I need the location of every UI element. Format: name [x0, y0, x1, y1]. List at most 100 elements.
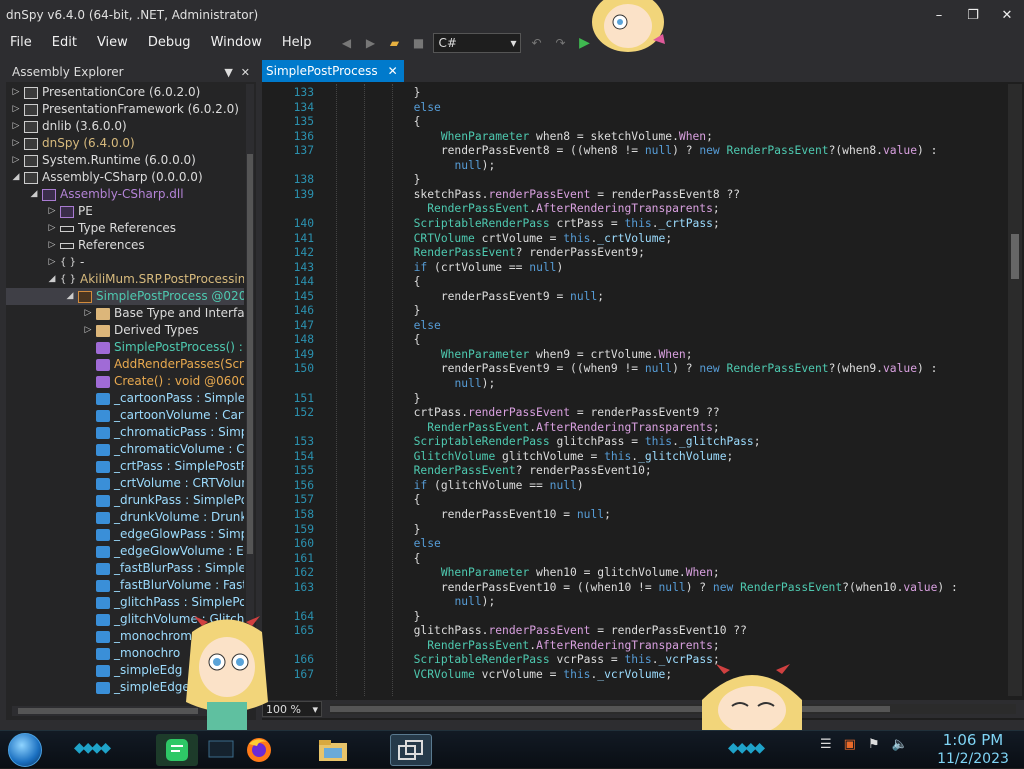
expand-toggle-icon[interactable]: ▷: [46, 203, 58, 220]
file-explorer-icon[interactable]: [312, 734, 354, 766]
task-view-icon[interactable]: [390, 734, 432, 766]
line-number: 141: [293, 231, 314, 245]
tree-node[interactable]: _drunkPass : SimplePo: [6, 492, 244, 509]
tree-node[interactable]: _chromaticPass : Simp: [6, 424, 244, 441]
usb-icon[interactable]: ▣: [844, 737, 856, 752]
tree-node[interactable]: _cartoonVolume : Cart: [6, 407, 244, 424]
line-number: 149: [293, 347, 314, 361]
clock[interactable]: 1:06 PM 11/2/2023: [930, 731, 1016, 769]
scrollbar-thumb[interactable]: [18, 708, 198, 714]
asm-icon: [24, 171, 38, 184]
language-select[interactable]: C# ▾: [433, 33, 522, 53]
network-icon[interactable]: ☰: [820, 737, 832, 752]
back-icon[interactable]: ◀: [337, 34, 355, 52]
line-number: 143: [293, 260, 314, 274]
desktop-icon[interactable]: [200, 734, 242, 766]
expand-toggle-icon[interactable]: ◢: [10, 169, 22, 186]
tree-node[interactable]: ◢ Assembly-CSharp (0.0.0.0): [6, 169, 244, 186]
menu-file[interactable]: File: [0, 30, 42, 56]
menu-help[interactable]: Help: [272, 30, 322, 56]
tree-node[interactable]: ▷ References: [6, 237, 244, 254]
code-view[interactable]: 133 } 134 else 135 {136 WhenParameter when…: [262, 84, 1012, 696]
code-token: ScriptableRenderPass: [413, 435, 550, 449]
code-line: WhenParameter when10 = glitchVolume.When…: [332, 566, 720, 579]
code-token: ;: [665, 231, 673, 245]
expand-toggle-icon[interactable]: ◢: [28, 186, 40, 203]
menu-edit[interactable]: Edit: [42, 30, 87, 56]
field-icon: [96, 494, 110, 507]
tree-node[interactable]: _crtVolume : CRTVolur: [6, 475, 244, 492]
editor-horizontal-scrollbar[interactable]: [330, 704, 1016, 714]
expand-toggle-icon[interactable]: ▷: [10, 84, 22, 101]
code-token: this: [624, 216, 652, 230]
tree-node[interactable]: ◢{ } AkiliMum.SRP.PostProcessing: [6, 271, 244, 288]
code-token: RenderPassEvent: [740, 580, 843, 594]
undo-icon[interactable]: ↶: [527, 34, 545, 52]
close-icon[interactable]: ✕: [388, 64, 398, 78]
tree-node[interactable]: ▷ System.Runtime (6.0.0.0): [6, 152, 244, 169]
firefox-icon[interactable]: [238, 734, 280, 766]
tree-node[interactable]: AddRenderPasses(Scri: [6, 356, 244, 373]
minimize-button[interactable]: –: [922, 0, 956, 30]
tree-node[interactable]: _fastBlurVolume : FastI: [6, 577, 244, 594]
scrollbar-thumb[interactable]: [1011, 234, 1019, 279]
tree-node[interactable]: ▷ dnlib (3.6.0.0): [6, 118, 244, 135]
tree-node[interactable]: ▷ Type References: [6, 220, 244, 237]
tree-node-label: _chromaticVolume : C: [114, 442, 244, 456]
tree-node[interactable]: _glitchPass : SimplePo: [6, 594, 244, 611]
close-icon[interactable]: ✕: [241, 66, 250, 79]
tree-node[interactable]: _crtPass : SimplePostP: [6, 458, 244, 475]
expand-toggle-icon[interactable]: ▷: [46, 220, 58, 237]
open-icon[interactable]: ▰: [385, 34, 403, 52]
notes-app-icon[interactable]: [156, 734, 198, 766]
code-token: renderPassEvent9 =: [332, 289, 571, 303]
expand-toggle-icon[interactable]: ▷: [10, 152, 22, 169]
tree-node[interactable]: _chromaticVolume : C: [6, 441, 244, 458]
tree-node[interactable]: _cartoonPass : SimpleP: [6, 390, 244, 407]
speaker-icon[interactable]: 🔈: [892, 737, 908, 752]
start-orb[interactable]: [8, 733, 42, 767]
flag-icon[interactable]: ⚑: [868, 737, 880, 752]
tree-node[interactable]: ▷ dnSpy (6.4.0.0): [6, 135, 244, 152]
expand-toggle-icon[interactable]: ▷: [10, 135, 22, 152]
tree-node[interactable]: _drunkVolume : Drunk: [6, 509, 244, 526]
expand-toggle-icon[interactable]: ▷: [10, 101, 22, 118]
expand-toggle-icon[interactable]: ◢: [64, 288, 76, 305]
redo-icon[interactable]: ↷: [551, 34, 569, 52]
expand-toggle-icon[interactable]: ▷: [82, 305, 94, 322]
menu-view[interactable]: View: [87, 30, 138, 56]
tree-node[interactable]: ▷ PE: [6, 203, 244, 220]
tree-node[interactable]: ▷ PresentationCore (6.0.2.0): [6, 84, 244, 101]
tree-node[interactable]: ▷ Derived Types: [6, 322, 244, 339]
tab-simplepostprocess[interactable]: SimplePostProcess ✕: [262, 60, 404, 82]
editor-vertical-scrollbar[interactable]: [1008, 84, 1022, 696]
menu-debug[interactable]: Debug: [138, 30, 201, 56]
forward-icon[interactable]: ▶: [361, 34, 379, 52]
scrollbar-thumb[interactable]: [247, 154, 253, 554]
tree-node[interactable]: _edgeGlowVolume : Ec: [6, 543, 244, 560]
code-line: renderPassEvent10 = null;: [332, 508, 611, 521]
tree-node[interactable]: Create() : void @06000: [6, 373, 244, 390]
tree-node[interactable]: ◢ SimplePostProcess @0200: [6, 288, 244, 305]
expand-toggle-icon[interactable]: ▷: [46, 237, 58, 254]
tree-node[interactable]: SimplePostProcess() : v: [6, 339, 244, 356]
tree-node[interactable]: ▷{ } -: [6, 254, 244, 271]
tree-node[interactable]: _edgeGlowPass : Simp: [6, 526, 244, 543]
maximize-button[interactable]: ❐: [956, 0, 990, 30]
expand-toggle-icon[interactable]: ▷: [82, 322, 94, 339]
tree-node[interactable]: _fastBlurPass : SimpleF: [6, 560, 244, 577]
expand-toggle-icon[interactable]: ▷: [10, 118, 22, 135]
close-button[interactable]: ✕: [990, 0, 1024, 30]
expand-toggle-icon[interactable]: ◢: [46, 271, 58, 288]
tree-node[interactable]: ▷ Base Type and Interfac: [6, 305, 244, 322]
expand-toggle-icon[interactable]: ▷: [46, 254, 58, 271]
tree-node[interactable]: ◢ Assembly-CSharp.dll: [6, 186, 244, 203]
tree-node[interactable]: ▷ PresentationFramework (6.0.2.0): [6, 101, 244, 118]
code-token: renderPassEvent: [488, 624, 591, 638]
menu-window[interactable]: Window: [201, 30, 272, 56]
chevron-down-icon[interactable]: ▼: [224, 66, 232, 79]
save-icon[interactable]: ■: [409, 34, 427, 52]
explorer-vertical-scrollbar[interactable]: [246, 84, 254, 704]
